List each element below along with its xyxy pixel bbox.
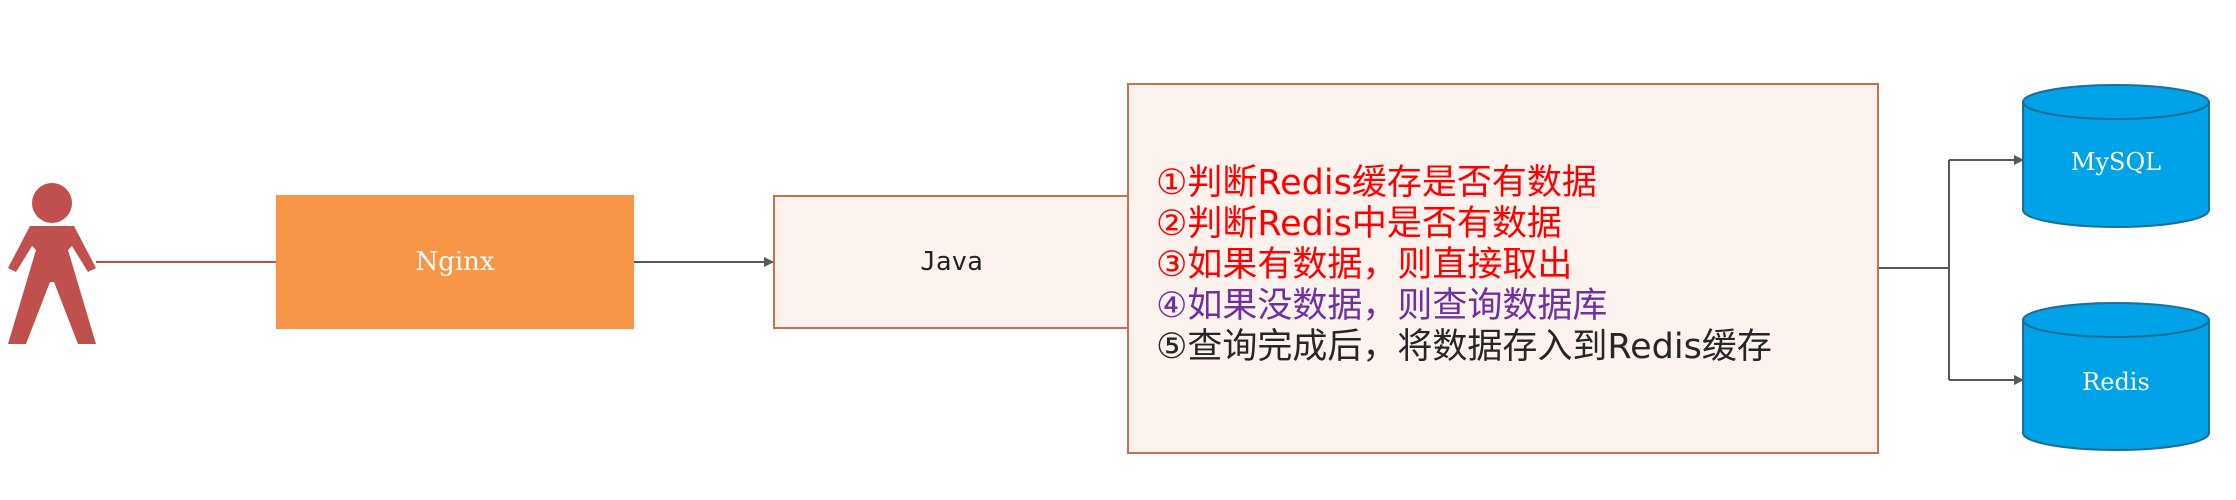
architecture-diagram: Nginx Java ①判断Redis缓存是否有数据 ②判断Redis中是否有数… (0, 0, 2236, 500)
nginx-node: Nginx (276, 195, 634, 329)
step-4: ④如果没数据，则查询数据库 (1156, 286, 1608, 326)
redis-label: Redis (2082, 368, 2150, 396)
java-label: Java (920, 247, 983, 277)
step-2: ②判断Redis中是否有数据 (1156, 204, 1562, 244)
java-node: Java (773, 195, 1130, 329)
cache-logic-notes: ①判断Redis缓存是否有数据 ②判断Redis中是否有数据 ③如果有数据，则直… (1127, 83, 1879, 454)
person-icon (8, 183, 96, 344)
nginx-label: Nginx (415, 247, 495, 277)
mysql-label: MySQL (2070, 148, 2162, 176)
step-5: ⑤查询完成后，将数据存入到Redis缓存 (1156, 327, 1772, 367)
step-1: ①判断Redis缓存是否有数据 (1156, 163, 1597, 203)
step-3: ③如果有数据，则直接取出 (1156, 245, 1573, 285)
java-to-databases-connector (1879, 155, 2024, 385)
